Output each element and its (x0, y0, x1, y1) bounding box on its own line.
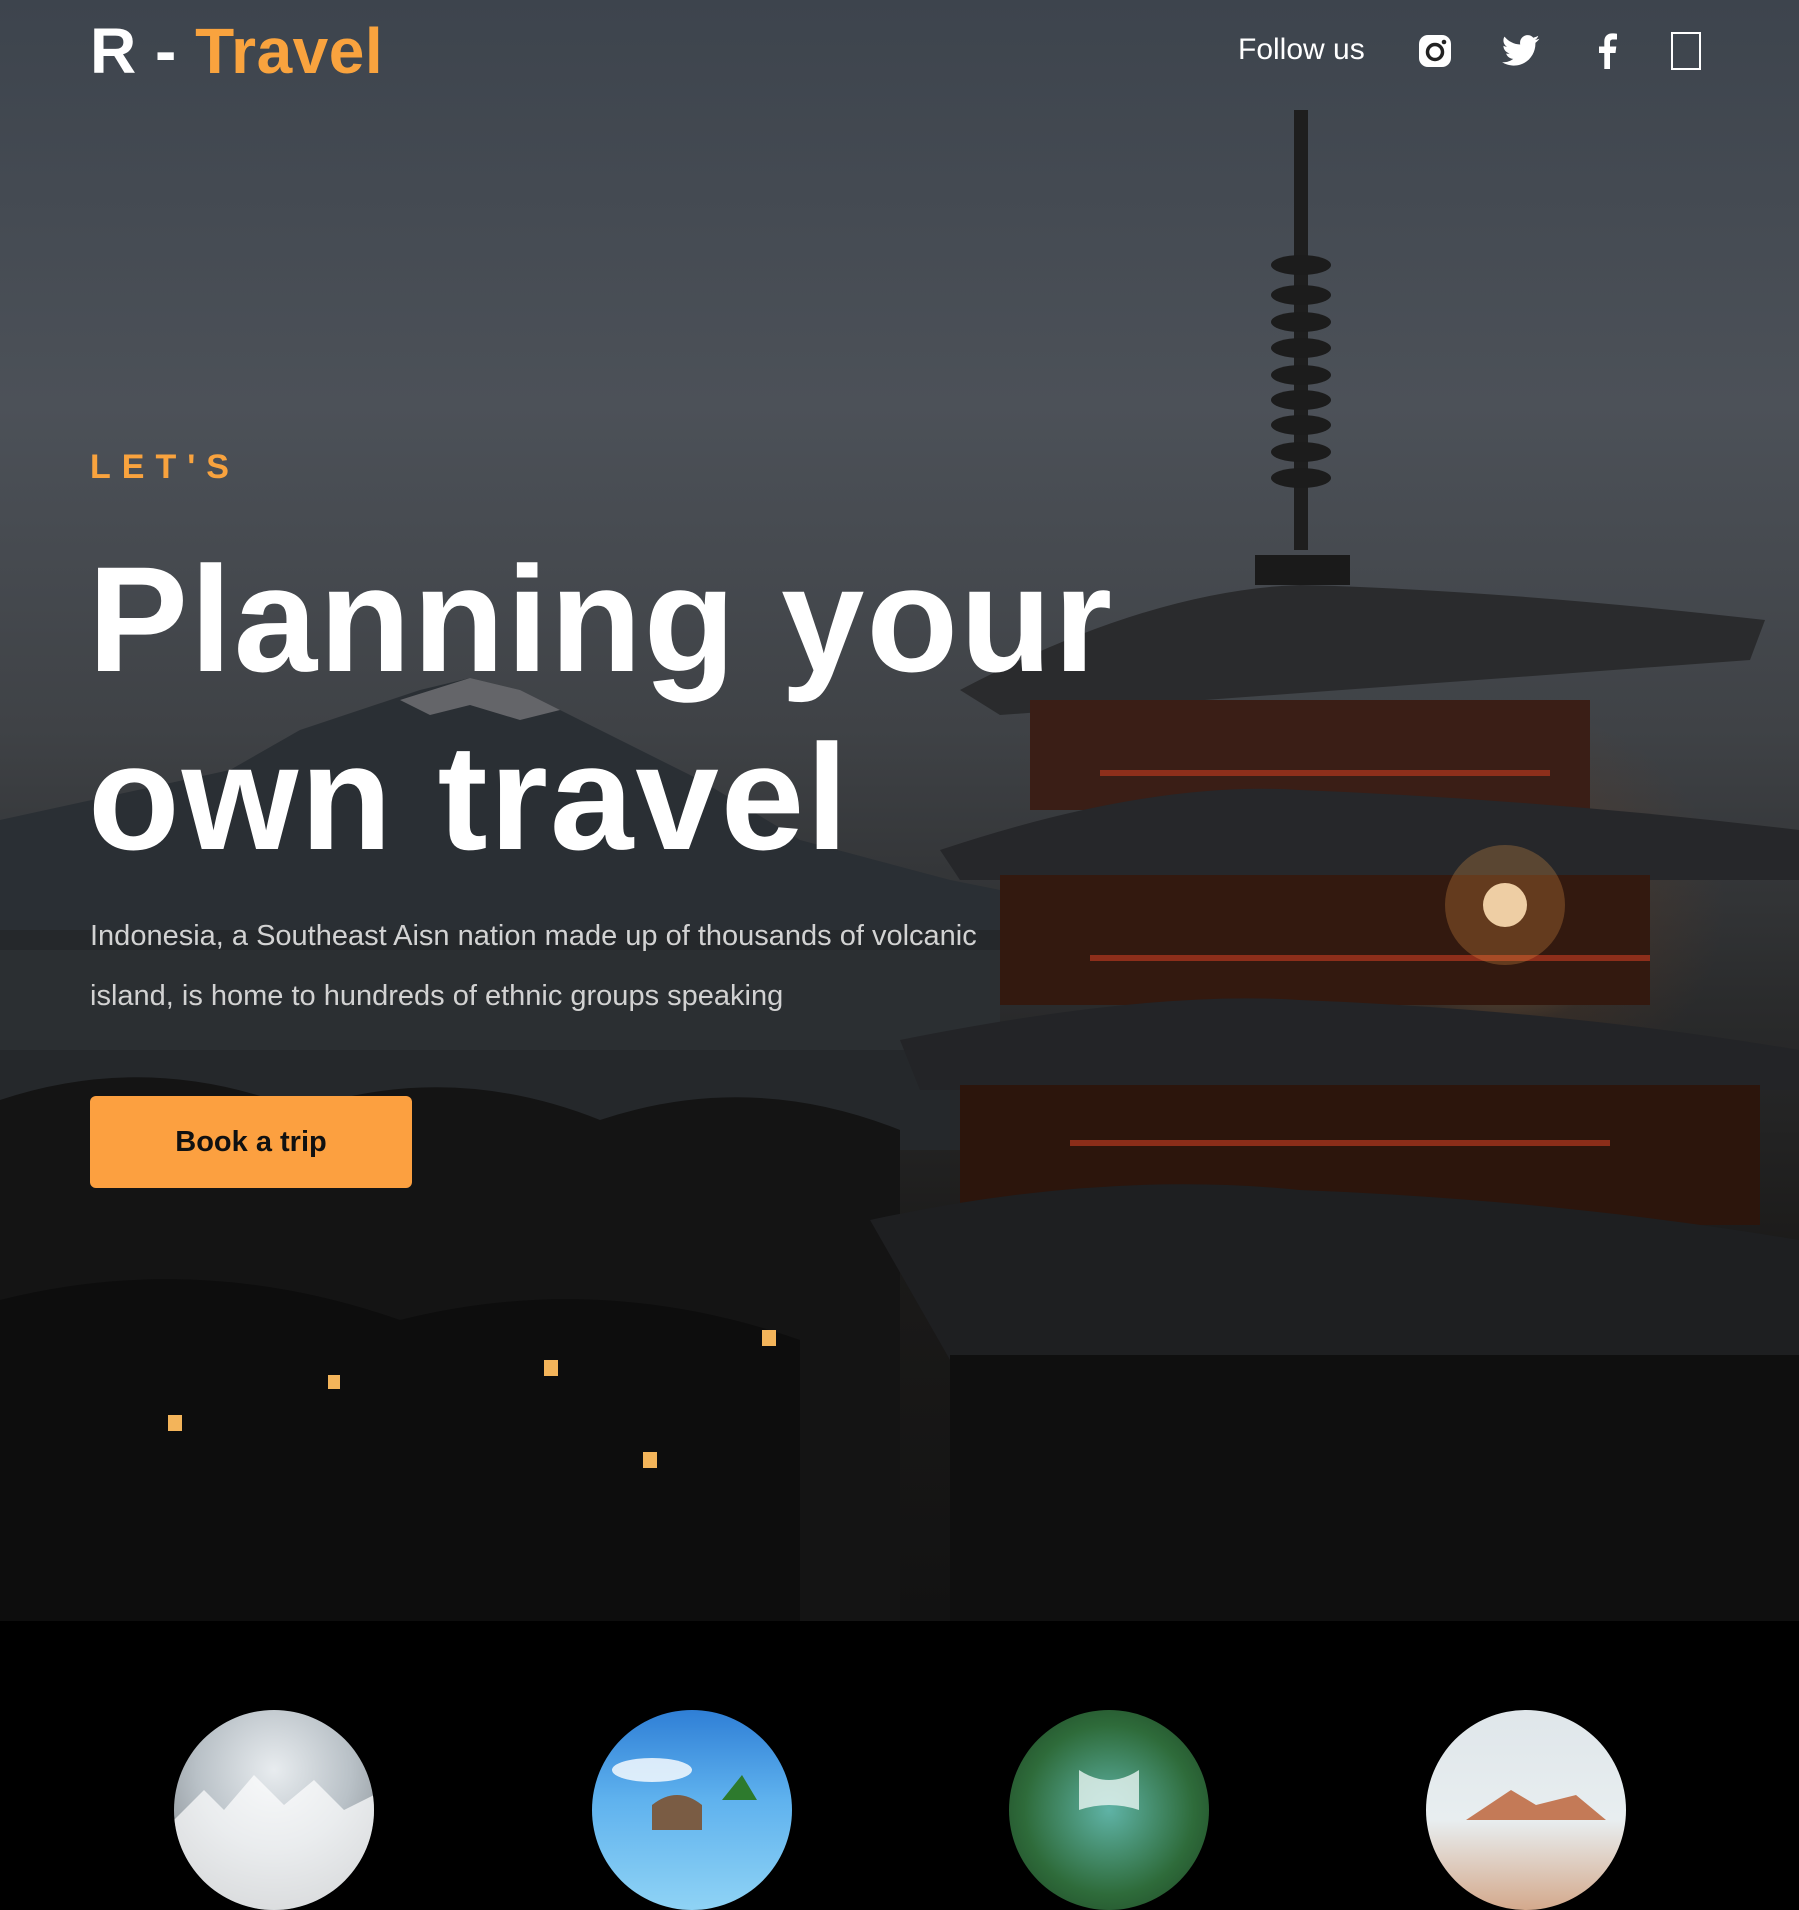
destination-thumbnail-desert-mountain[interactable] (1426, 1710, 1626, 1910)
headline-line-1: Planning your (88, 535, 1115, 703)
placeholder-icon[interactable] (1666, 31, 1706, 71)
facebook-icon[interactable] (1587, 31, 1627, 71)
destination-thumbnail-waterfall[interactable] (1009, 1710, 1209, 1910)
desert-mountain-image (1466, 1790, 1606, 1820)
snowy-forest-image (174, 1775, 374, 1910)
hero-kicker: LET'S (90, 448, 240, 486)
top-navbar: R - Travel Follow us (0, 0, 1799, 105)
follow-us-label: Follow us (1238, 33, 1365, 66)
destination-thumbnail-snowy-forest[interactable] (174, 1710, 374, 1910)
tropical-beach-image (612, 1758, 757, 1830)
instagram-icon[interactable] (1415, 31, 1455, 71)
hero-headline: Planning your own travel (88, 530, 1388, 886)
book-trip-button[interactable]: Book a trip (90, 1096, 412, 1188)
waterfall-image (1079, 1770, 1139, 1810)
destination-thumbnail-tropical-beach[interactable] (592, 1710, 792, 1910)
brand-name: Travel (195, 15, 384, 87)
hero-section: R - Travel Follow us LET'S Planning your… (0, 0, 1799, 1621)
brand-logo[interactable]: R - Travel (90, 14, 383, 88)
headline-line-2: own travel (88, 713, 850, 881)
hero-description: Indonesia, a Southeast Aisn nation made … (90, 920, 977, 1012)
twitter-icon[interactable] (1501, 31, 1541, 71)
brand-prefix: R - (90, 15, 177, 87)
